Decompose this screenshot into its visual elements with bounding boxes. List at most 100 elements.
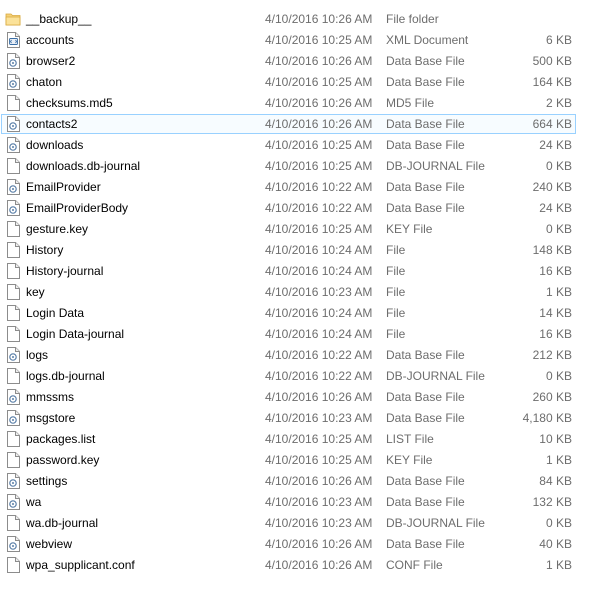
- file-row-backup[interactable]: __backup__ 4/10/2016 10:26 AM File folder: [0, 9, 611, 30]
- database-file-icon: [7, 200, 20, 216]
- file-size: 260 KB: [532, 390, 572, 404]
- file-row-emailprovider[interactable]: EmailProvider 4/10/2016 10:22 AM Data Base…: [0, 177, 611, 198]
- file-type: File: [386, 264, 406, 278]
- blank-file-icon: [7, 515, 20, 531]
- blank-file-icon: [7, 326, 20, 342]
- file-name: gesture.key: [26, 222, 89, 236]
- file-type: LIST File: [386, 432, 434, 446]
- file-type: KEY File: [386, 453, 433, 467]
- file-row-browser2[interactable]: browser2 4/10/2016 10:26 AM Data Base File…: [0, 51, 611, 72]
- file-size: 24 KB: [539, 138, 572, 152]
- file-size: 16 KB: [539, 264, 572, 278]
- file-type: File: [386, 285, 406, 299]
- file-name: downloads.db-journal: [26, 159, 141, 173]
- date-modified: 4/10/2016 10:23 AM: [265, 495, 373, 509]
- date-modified: 4/10/2016 10:26 AM: [265, 12, 373, 26]
- file-type: XML Document: [386, 33, 469, 47]
- database-file-icon: [7, 179, 20, 195]
- file-row-gesture-key[interactable]: gesture.key 4/10/2016 10:25 AM KEY File 0 K…: [0, 219, 611, 240]
- file-name: History-journal: [26, 264, 104, 278]
- date-modified: 4/10/2016 10:26 AM: [265, 96, 373, 110]
- blank-file-icon: [7, 305, 20, 321]
- date-modified: 4/10/2016 10:26 AM: [265, 117, 373, 131]
- file-size: 1 KB: [545, 285, 572, 299]
- date-modified: 4/10/2016 10:26 AM: [265, 390, 373, 404]
- folder-icon: [5, 11, 21, 27]
- file-row-downloads-db-journal[interactable]: downloads.db-journal 4/10/2016 10:25 AM DB…: [0, 156, 611, 177]
- file-type: Data Base File: [386, 180, 465, 194]
- blank-file-icon: [7, 557, 20, 573]
- file-row-chaton[interactable]: chaton 4/10/2016 10:25 AM Data Base File 16…: [0, 72, 611, 93]
- file-name: EmailProviderBody: [26, 201, 129, 215]
- file-row-packages-list[interactable]: packages.list 4/10/2016 10:25 AM LIST File…: [0, 429, 611, 450]
- database-file-icon: [7, 347, 20, 363]
- file-name: wa.db-journal: [26, 516, 99, 530]
- date-modified: 4/10/2016 10:22 AM: [265, 180, 373, 194]
- file-size: 2 KB: [545, 96, 572, 110]
- file-row-login-data-journal[interactable]: Login Data-journal 4/10/2016 10:24 AM File…: [0, 324, 611, 345]
- file-row-key[interactable]: key 4/10/2016 10:23 AM File 1 KB: [0, 282, 611, 303]
- file-row-mmssms[interactable]: mmssms 4/10/2016 10:26 AM Data Base File 26…: [0, 387, 611, 408]
- date-modified: 4/10/2016 10:25 AM: [265, 75, 373, 89]
- date-modified: 4/10/2016 10:25 AM: [265, 453, 373, 467]
- file-name: chaton: [26, 75, 63, 89]
- date-modified: 4/10/2016 10:26 AM: [265, 474, 373, 488]
- date-modified: 4/10/2016 10:25 AM: [265, 432, 373, 446]
- file-row-wa-db-journal[interactable]: wa.db-journal 4/10/2016 10:23 AM DB-JOURNA…: [0, 513, 611, 534]
- file-row-logs[interactable]: logs 4/10/2016 10:22 AM Data Base File 212 …: [0, 345, 611, 366]
- file-size: 14 KB: [539, 306, 572, 320]
- file-name: settings: [26, 474, 68, 488]
- file-row-webview[interactable]: webview 4/10/2016 10:26 AM Data Base File 4…: [0, 534, 611, 555]
- file-size: 1 KB: [545, 453, 572, 467]
- file-row-emailproviderbody[interactable]: EmailProviderBody 4/10/2016 10:22 AM Data …: [0, 198, 611, 219]
- date-modified: 4/10/2016 10:24 AM: [265, 264, 373, 278]
- blank-file-icon: [7, 284, 20, 300]
- file-type: Data Base File: [386, 390, 465, 404]
- file-type: Data Base File: [386, 495, 465, 509]
- date-modified: 4/10/2016 10:23 AM: [265, 411, 373, 425]
- file-name: packages.list: [26, 432, 96, 446]
- blank-file-icon: [7, 368, 20, 384]
- database-file-icon: [7, 137, 20, 153]
- file-row-wpa-supplicant-conf[interactable]: wpa_supplicant.conf 4/10/2016 10:26 AM CON…: [0, 555, 611, 576]
- file-row-logs-db-journal[interactable]: logs.db-journal 4/10/2016 10:22 AM DB-JOUR…: [0, 366, 611, 387]
- file-size: 664 KB: [532, 117, 572, 131]
- file-type: Data Base File: [386, 348, 465, 362]
- file-size: 0 KB: [545, 159, 572, 173]
- file-size: 24 KB: [539, 201, 572, 215]
- database-file-icon: [7, 53, 20, 69]
- file-row-checksums-md5[interactable]: checksums.md5 4/10/2016 10:26 AM MD5 File 2…: [0, 93, 611, 114]
- file-row-settings[interactable]: settings 4/10/2016 10:26 AM Data Base File…: [0, 471, 611, 492]
- file-type: MD5 File: [386, 96, 435, 110]
- file-row-password-key[interactable]: password.key 4/10/2016 10:25 AM KEY File 1 …: [0, 450, 611, 471]
- blank-file-icon: [7, 242, 20, 258]
- file-row-history[interactable]: History 4/10/2016 10:24 AM File 148 KB: [0, 240, 611, 261]
- file-type: Data Base File: [386, 201, 465, 215]
- date-modified: 4/10/2016 10:26 AM: [265, 537, 373, 551]
- file-row-login-data[interactable]: Login Data 4/10/2016 10:24 AM File 14 KB: [0, 303, 611, 324]
- file-row-accounts[interactable]: accounts 4/10/2016 10:25 AM XML Document 6 …: [0, 30, 611, 51]
- file-size: 164 KB: [532, 75, 572, 89]
- file-size: 1 KB: [545, 558, 572, 572]
- file-row-downloads[interactable]: downloads 4/10/2016 10:25 AM Data Base Fil…: [0, 135, 611, 156]
- date-modified: 4/10/2016 10:24 AM: [265, 327, 373, 341]
- database-file-icon: [7, 74, 20, 90]
- file-row-history-journal[interactable]: History-journal 4/10/2016 10:24 AM File 16 …: [0, 261, 611, 282]
- date-modified: 4/10/2016 10:25 AM: [265, 33, 373, 47]
- file-name: browser2: [26, 54, 76, 68]
- file-name: logs.db-journal: [26, 369, 105, 383]
- file-type: Data Base File: [386, 537, 465, 551]
- database-file-icon: [7, 473, 20, 489]
- file-row-msgstore[interactable]: msgstore 4/10/2016 10:23 AM Data Base File…: [0, 408, 611, 429]
- file-row-wa[interactable]: wa 4/10/2016 10:23 AM Data Base File 132 KB: [0, 492, 611, 513]
- file-name: EmailProvider: [26, 180, 101, 194]
- file-name: accounts: [26, 33, 75, 47]
- file-type: Data Base File: [386, 75, 465, 89]
- blank-file-icon: [7, 452, 20, 468]
- file-size: 10 KB: [539, 432, 572, 446]
- file-name: downloads: [26, 138, 84, 152]
- file-row-contacts2[interactable]: contacts2 4/10/2016 10:26 AM Data Base Fil…: [0, 114, 611, 135]
- database-file-icon: [7, 536, 20, 552]
- file-type: File: [386, 306, 406, 320]
- file-name: logs: [26, 348, 49, 362]
